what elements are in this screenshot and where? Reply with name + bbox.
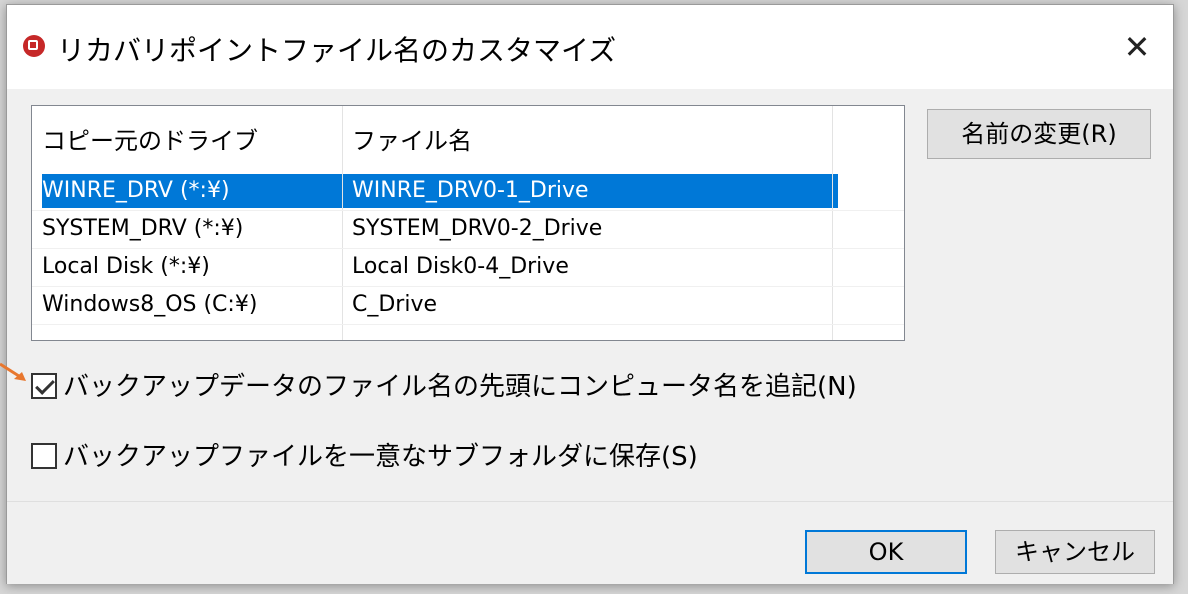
ok-button[interactable]: OK — [805, 530, 967, 574]
drive-file-table: コピー元のドライブ ファイル名 WINRE_DRV (*:¥) WINRE_DR… — [31, 105, 905, 341]
column-header-filename[interactable]: ファイル名 — [342, 122, 832, 160]
unique-subfolder-checkbox[interactable] — [31, 443, 57, 469]
column-header-drive[interactable]: コピー元のドライブ — [32, 122, 342, 160]
rename-button[interactable]: 名前の変更(R) — [927, 109, 1151, 159]
table-row-file[interactable]: WINRE_DRV0-1_Drive — [342, 172, 832, 210]
customize-dialog: リカバリポイントファイル名のカスタマイズ ✕ コピー元のドライブ ファイル名 W… — [6, 4, 1174, 584]
title-bar: リカバリポイントファイル名のカスタマイズ ✕ — [7, 5, 1173, 89]
unique-subfolder-label[interactable]: バックアップファイルを一意なサブフォルダに保存(S) — [63, 439, 698, 475]
column-divider — [832, 106, 833, 340]
table-row-file[interactable]: Local Disk0-4_Drive — [342, 248, 832, 286]
table-row-drive[interactable]: Local Disk (*:¥) — [32, 248, 342, 286]
checkmark-icon — [35, 375, 55, 395]
table-row-file[interactable]: C_Drive — [342, 286, 832, 324]
close-icon[interactable]: ✕ — [1117, 27, 1157, 67]
app-logo-icon — [23, 35, 45, 57]
window-title: リカバリポイントファイル名のカスタマイズ — [57, 34, 617, 67]
table-row-file[interactable]: SYSTEM_DRV0-2_Drive — [342, 210, 832, 248]
prefix-computer-name-checkbox[interactable] — [31, 373, 57, 399]
row-divider — [32, 324, 904, 325]
cancel-button[interactable]: キャンセル — [995, 530, 1155, 574]
table-row-drive[interactable]: SYSTEM_DRV (*:¥) — [32, 210, 342, 248]
table-row-drive[interactable]: WINRE_DRV (*:¥) — [32, 172, 342, 210]
prefix-computer-name-label[interactable]: バックアップデータのファイル名の先頭にコンピュータ名を追記(N) — [63, 369, 857, 405]
table-row-drive[interactable]: Windows8_OS (C:¥) — [32, 286, 342, 324]
annotation-arrow-icon — [0, 362, 26, 381]
dialog-footer: OK キャンセル — [7, 501, 1173, 584]
